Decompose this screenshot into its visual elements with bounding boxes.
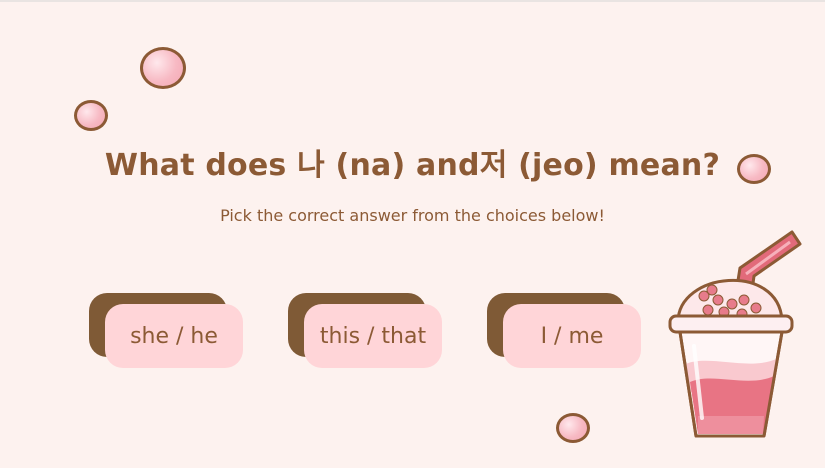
page-title: What does 나 (na) and저 (jeo) mean? — [104, 148, 721, 183]
tapioca-pearl-icon — [140, 47, 186, 89]
choice-button-she-he[interactable]: she / he — [89, 293, 243, 368]
top-border — [0, 0, 825, 2]
tapioca-pearl-icon — [556, 413, 590, 443]
choice-label: I / me — [503, 304, 641, 368]
choice-button-i-me[interactable]: I / me — [487, 293, 641, 368]
choice-label: this / that — [304, 304, 442, 368]
choice-button-this-that[interactable]: this / that — [288, 293, 442, 368]
tapioca-pearl-icon — [74, 100, 108, 131]
bubble-tea-cup-icon — [668, 230, 802, 438]
choice-label: she / he — [105, 304, 243, 368]
